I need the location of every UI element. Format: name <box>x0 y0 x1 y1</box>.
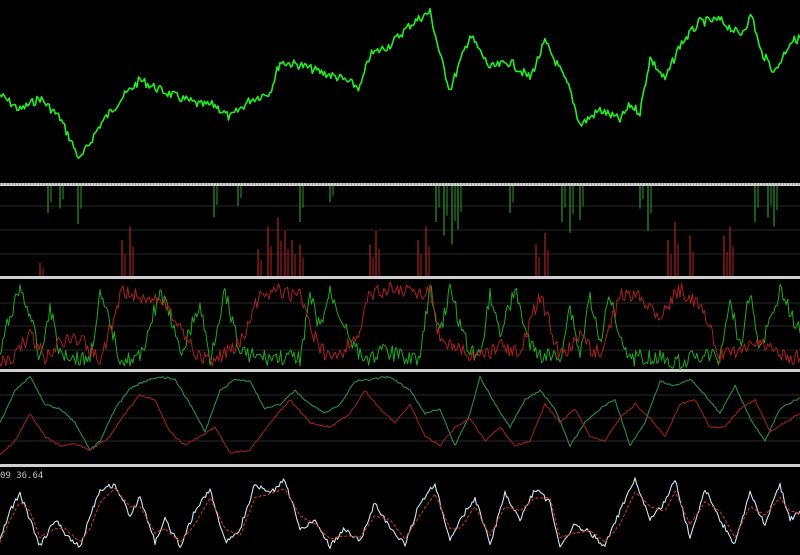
panel-separator-1 <box>0 276 800 279</box>
stochastic-value-readout: 09 36.64 <box>0 471 44 481</box>
panel-separator-3 <box>0 464 800 467</box>
trading-chart <box>0 0 800 555</box>
